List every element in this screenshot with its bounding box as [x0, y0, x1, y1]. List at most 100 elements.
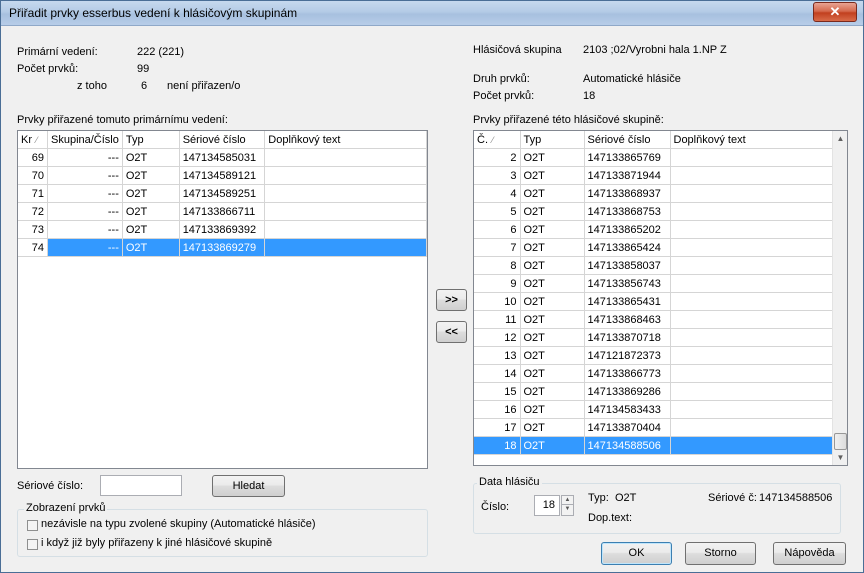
right-grid-scrollbar[interactable]: ▲ ▼	[832, 131, 847, 465]
of-which-label: z toho	[77, 80, 107, 92]
col-header-serial[interactable]: Sériové číslo	[584, 131, 671, 149]
table-row[interactable]: 14 O2T 147133866773	[474, 364, 834, 383]
cancel-button[interactable]: Storno	[685, 542, 756, 565]
grid-cell: ---	[47, 166, 123, 185]
scroll-down-icon[interactable]: ▼	[833, 450, 847, 465]
grid-cell	[670, 184, 834, 203]
right-grid-header: Č. ⁄ Typ Sériové číslo Doplňkový text	[474, 131, 834, 149]
table-row[interactable]: 5 O2T 147133868753	[474, 202, 834, 221]
table-row[interactable]: 7 O2T 147133865424	[474, 238, 834, 257]
grid-cell	[670, 436, 834, 455]
col-header-serial[interactable]: Sériové číslo	[179, 131, 266, 149]
table-row[interactable]: 6 O2T 147133865202	[474, 220, 834, 239]
grid-cell: O2T	[520, 274, 585, 293]
grid-cell: O2T	[122, 238, 180, 257]
table-row[interactable]: 17 O2T 147133870404	[474, 418, 834, 437]
assign-button[interactable]: >>	[436, 289, 467, 311]
grid-cell: 74	[18, 238, 48, 257]
grid-cell: 72	[18, 202, 48, 221]
table-row[interactable]: 71 --- O2T 147134589251	[18, 184, 427, 203]
grid-cell: O2T	[122, 202, 180, 221]
detector-number-input[interactable]: 18	[534, 495, 560, 516]
spin-down-icon[interactable]: ▼	[561, 505, 574, 516]
col-header-type[interactable]: Typ	[520, 131, 585, 149]
grid-cell: 147134589121	[179, 166, 266, 185]
grid-cell: 147133856743	[584, 274, 671, 293]
table-row[interactable]: 72 --- O2T 147133866711	[18, 202, 427, 221]
serial-search-input[interactable]	[100, 475, 182, 496]
grid-cell: O2T	[122, 184, 180, 203]
close-button[interactable]: ✕	[813, 2, 857, 22]
spin-up-icon[interactable]: ▲	[561, 495, 574, 505]
grid-cell	[670, 256, 834, 275]
table-row[interactable]: 2 O2T 147133865769	[474, 148, 834, 167]
grid-cell	[670, 328, 834, 347]
grid-cell	[670, 220, 834, 239]
detector-number-spinner[interactable]: ▲ ▼	[561, 495, 574, 516]
independent-type-checkbox[interactable]	[27, 520, 38, 531]
grid-cell	[670, 346, 834, 365]
serial-search-label: Sériové číslo:	[17, 480, 84, 492]
grid-cell	[670, 148, 834, 167]
grid-cell	[670, 382, 834, 401]
grid-cell: 147133870404	[584, 418, 671, 437]
table-row[interactable]: 16 O2T 147134583433	[474, 400, 834, 419]
grid-cell: 147133868937	[584, 184, 671, 203]
col-header-kr[interactable]: Kr ⁄	[18, 131, 48, 149]
unassign-button[interactable]: <<	[436, 321, 467, 343]
table-row[interactable]: 9 O2T 147133856743	[474, 274, 834, 293]
grid-cell: 12	[474, 328, 521, 347]
detector-group-value: 2103 ;02/Vyrobni hala 1.NP Z	[583, 44, 727, 56]
grid-cell	[264, 166, 427, 185]
find-button[interactable]: Hledat	[212, 475, 285, 497]
grid-cell: O2T	[520, 418, 585, 437]
independent-type-label[interactable]: nezávisle na typu zvolené skupiny (Autom…	[41, 518, 316, 530]
already-assigned-label[interactable]: i když již byly přiřazeny k jiné hlásičo…	[41, 537, 272, 549]
table-row[interactable]: 8 O2T 147133858037	[474, 256, 834, 275]
table-row[interactable]: 74 --- O2T 147133869279	[18, 238, 427, 257]
grid-cell	[670, 400, 834, 419]
table-row[interactable]: 18 O2T 147134588506	[474, 436, 834, 455]
grid-cell: 8	[474, 256, 521, 275]
table-row[interactable]: 4 O2T 147133868937	[474, 184, 834, 203]
help-button[interactable]: Nápověda	[773, 542, 846, 565]
table-row[interactable]: 10 O2T 147133865431	[474, 292, 834, 311]
col-header-group[interactable]: Skupina/Číslo	[47, 131, 123, 149]
table-row[interactable]: 13 O2T 147121872373	[474, 346, 834, 365]
scroll-up-icon[interactable]: ▲	[833, 131, 847, 146]
col-header-number[interactable]: Č. ⁄	[474, 131, 521, 149]
grid-cell: 7	[474, 238, 521, 257]
grid-cell: 5	[474, 202, 521, 221]
scroll-thumb[interactable]	[834, 433, 847, 450]
grid-cell: O2T	[520, 184, 585, 203]
grid-cell: 10	[474, 292, 521, 311]
grid-cell: O2T	[520, 328, 585, 347]
title-bar[interactable]: Přiřadit prvky esserbus vedení k hlásičo…	[1, 1, 863, 26]
grid-cell: O2T	[520, 310, 585, 329]
primary-line-elements-grid[interactable]: Kr ⁄ Skupina/Číslo Typ Sériové číslo Dopl…	[17, 130, 428, 469]
table-row[interactable]: 69 --- O2T 147134585031	[18, 148, 427, 167]
grid-cell: 147133865202	[584, 220, 671, 239]
already-assigned-checkbox[interactable]	[27, 539, 38, 550]
grid-cell	[264, 220, 427, 239]
grid-cell	[670, 202, 834, 221]
grid-cell: 6	[474, 220, 521, 239]
grid-cell: O2T	[122, 148, 180, 167]
table-row[interactable]: 11 O2T 147133868463	[474, 310, 834, 329]
table-row[interactable]: 3 O2T 147133871944	[474, 166, 834, 185]
table-row[interactable]: 12 O2T 147133870718	[474, 328, 834, 347]
grid-cell: 13	[474, 346, 521, 365]
grid-cell: O2T	[520, 364, 585, 383]
table-row[interactable]: 15 O2T 147133869286	[474, 382, 834, 401]
group-elements-grid[interactable]: Č. ⁄ Typ Sériové číslo Doplňkový text 2 O2…	[473, 130, 848, 466]
ok-button[interactable]: OK	[601, 542, 672, 565]
table-row[interactable]: 70 --- O2T 147134589121	[18, 166, 427, 185]
col-header-extra-text[interactable]: Doplňkový text	[264, 131, 427, 149]
grid-cell: 147133868753	[584, 202, 671, 221]
grid-cell: 147133866773	[584, 364, 671, 383]
grid-cell: O2T	[122, 166, 180, 185]
table-row[interactable]: 73 --- O2T 147133869392	[18, 220, 427, 239]
detector-data-title: Data hlásiču	[477, 476, 542, 488]
col-header-type[interactable]: Typ	[122, 131, 180, 149]
col-header-extra-text[interactable]: Doplňkový text	[670, 131, 834, 149]
